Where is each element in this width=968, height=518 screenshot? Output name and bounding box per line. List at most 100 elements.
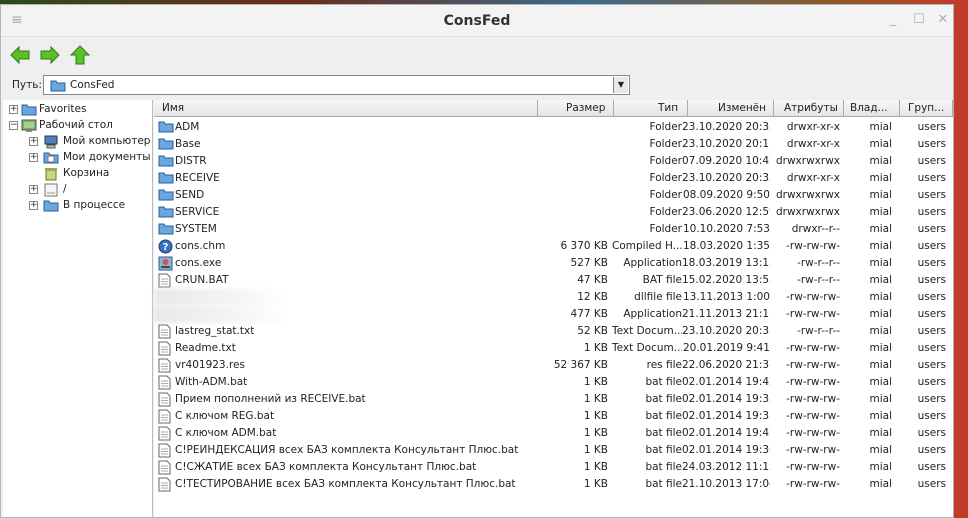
file-size: 527 KB	[570, 257, 608, 269]
folder-tree[interactable]: + Favorites − Рабочий стол + Мой компьютер + Мо…	[3, 100, 153, 517]
file-owner: mial	[869, 410, 893, 422]
column-header-4[interactable]: Атрибуты	[774, 100, 844, 117]
file-type: Folder	[649, 172, 682, 184]
file-owner: mial	[869, 444, 893, 456]
file-attributes: -rw-rw-rw-	[786, 427, 840, 439]
file-row[interactable]: С!ТЕСТИРОВАНИЕ всех БАЗ комплекта Консул…	[154, 476, 953, 493]
folder-icon	[158, 120, 174, 136]
file-list[interactable]: Имя Размер Тип Изменён Атрибуты Влад... Груп..…	[154, 100, 953, 517]
file-name: Base	[175, 138, 201, 150]
file-name: С ключом ADM.bat	[175, 427, 277, 439]
file-modified: 02.01.2014 19:36	[682, 444, 770, 456]
file-name: С!СЖАТИЕ всех БАЗ комплекта Консультант …	[175, 461, 477, 473]
expander-icon[interactable]: −	[9, 121, 18, 130]
redacted-name	[154, 306, 289, 323]
file-row[interactable]: lastreg_stat.txt 52 KB Text Docum... 23.10.…	[154, 323, 953, 340]
tree-node-label: Рабочий стол	[39, 119, 113, 131]
file-row[interactable]: cons.exe 527 KB Application 18.03.2019 13:1…	[154, 255, 953, 272]
file-modified: 08.09.2020 9:50	[682, 189, 770, 201]
expander-icon[interactable]: +	[29, 153, 38, 162]
tree-node-label: Мой компьютер	[63, 135, 151, 147]
file-type: bat file	[645, 461, 682, 473]
file-attributes: -rw-r--r--	[797, 325, 840, 337]
file-modified: 23.06.2020 12:59	[682, 206, 770, 218]
file-size: 1 KB	[583, 376, 608, 388]
file-owner: mial	[869, 257, 893, 269]
file-attributes: -rw-rw-rw-	[786, 291, 840, 303]
file-attributes: -rw-rw-rw-	[786, 376, 840, 388]
file-owner: mial	[869, 376, 893, 388]
file-attributes: drwxr-xr-x	[786, 138, 840, 150]
file-name: DISTR	[175, 155, 207, 167]
file-size: 12 KB	[577, 291, 608, 303]
file-row[interactable]: С ключом REG.bat 1 KB bat file 02.01.2014 1…	[154, 408, 953, 425]
file-modified: 22.06.2020 21:37	[682, 359, 770, 371]
file-owner: mial	[869, 461, 893, 473]
file-type: bat file	[645, 478, 682, 490]
forward-arrow-icon[interactable]	[39, 45, 61, 65]
path-value: ConsFed	[70, 79, 115, 91]
column-header-2[interactable]: Тип	[614, 100, 688, 117]
desktop-icon	[21, 119, 37, 136]
file-row[interactable]: С!РЕИНДЕКСАЦИЯ всех БАЗ комплекта Консул…	[154, 442, 953, 459]
file-group: users	[917, 478, 946, 490]
file-modified: 24.03.2012 11:15	[682, 461, 770, 473]
file-group: users	[917, 359, 946, 371]
file-size: 52 KB	[577, 325, 608, 337]
file-name: ADM	[175, 121, 200, 133]
minimize-icon[interactable]: _	[885, 12, 901, 28]
file-row[interactable]: Readme.txt 1 KB Text Docum... 20.01.2019 9:…	[154, 340, 953, 357]
expander-icon[interactable]: +	[9, 105, 18, 114]
file-group: users	[917, 342, 946, 354]
column-header-1[interactable]: Размер	[538, 100, 614, 117]
file-row[interactable]: ADM Folder 23.10.2020 20:35 drwxr-xr-x mial u…	[154, 119, 953, 136]
file-row[interactable]: С ключом ADM.bat 1 KB bat file 02.01.2014 1…	[154, 425, 953, 442]
file-row[interactable]: Прием пополнений из RECEIVE.bat 1 KB bat f…	[154, 391, 953, 408]
file-group: users	[917, 376, 946, 388]
file-row[interactable]: Base Folder 23.10.2020 20:11 drwxr-xr-x mial…	[154, 136, 953, 153]
file-row[interactable]: DISTR Folder 07.09.2020 10:42 drwxrwxrwx mia…	[154, 153, 953, 170]
file-row[interactable]: SEND Folder 08.09.2020 9:50 drwxrwxrwx mial u…	[154, 187, 953, 204]
file-group: users	[917, 393, 946, 405]
maximize-icon[interactable]: ☐	[911, 12, 927, 28]
column-header-6[interactable]: Груп...	[900, 100, 953, 117]
close-icon[interactable]: ✕	[935, 12, 951, 28]
file-size: 47 KB	[577, 274, 608, 286]
file-type: bat file	[645, 376, 682, 388]
path-label: Путь:	[12, 79, 42, 91]
chevron-down-icon[interactable]: ▼	[613, 77, 628, 93]
file-type: Application	[623, 257, 682, 269]
file-row[interactable]: 477 KB Application 21.11.2013 21:11 -rw-rw-…	[154, 306, 953, 323]
expander-icon[interactable]: +	[29, 201, 38, 210]
file-row[interactable]: С!СЖАТИЕ всех БАЗ комплекта Консультант …	[154, 459, 953, 476]
file-owner: mial	[869, 240, 893, 252]
file-group: users	[917, 308, 946, 320]
file-row[interactable]: RECEIVE Folder 23.10.2020 20:35 drwxr-xr-x m…	[154, 170, 953, 187]
file-group: users	[917, 138, 946, 150]
path-combobox[interactable]: ConsFed ▼	[43, 75, 630, 95]
file-row[interactable]: vr401923.res 52 367 KB res file 22.06.2020 …	[154, 357, 953, 374]
file-type: Folder	[649, 121, 682, 133]
file-owner: mial	[869, 274, 893, 286]
expander-icon[interactable]: +	[29, 137, 38, 146]
file-owner: mial	[869, 427, 893, 439]
file-row[interactable]: With-ADM.bat 1 KB bat file 02.01.2014 19:42…	[154, 374, 953, 391]
file-owner: mial	[869, 121, 893, 133]
column-header-5[interactable]: Влад...	[844, 100, 900, 117]
folder-icon	[158, 154, 174, 170]
file-row[interactable]: SYSTEM Folder 10.10.2020 7:53 drwxr--r-- mia…	[154, 221, 953, 238]
file-row[interactable]: SERVICE Folder 23.06.2020 12:59 drwxrwxrwx m…	[154, 204, 953, 221]
file-modified: 02.01.2014 19:35	[682, 393, 770, 405]
column-header-0[interactable]: Имя	[154, 100, 538, 117]
file-row[interactable]: ? cons.chm 6 370 KB Compiled H... 18.03.2020…	[154, 238, 953, 255]
column-header-3[interactable]: Изменён	[688, 100, 774, 117]
back-arrow-icon[interactable]	[9, 45, 31, 65]
file-row[interactable]: 12 KB dllfile file 13.11.2013 1:00 -rw-rw-r…	[154, 289, 953, 306]
up-arrow-icon[interactable]	[69, 45, 91, 65]
file-modified: 23.10.2020 20:11	[682, 138, 770, 150]
file-row[interactable]: CRUN.BAT 47 KB BAT file 15.02.2020 13:55 -rw…	[154, 272, 953, 289]
expander-icon[interactable]: +	[29, 185, 38, 194]
file-type: Folder	[649, 223, 682, 235]
file-group: users	[917, 240, 946, 252]
file-attributes: -rw-rw-rw-	[786, 461, 840, 473]
